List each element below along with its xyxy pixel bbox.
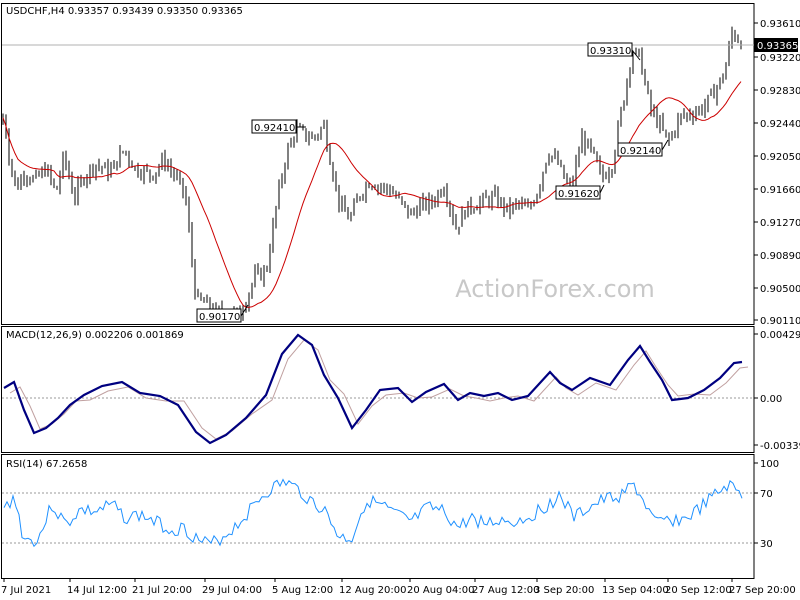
macd-line [3, 333, 743, 445]
annotation-connector [661, 139, 669, 151]
price-axis-label: 0.91270 [760, 218, 800, 229]
watermark: ActionForex.com [455, 275, 655, 303]
macd-axis-label: 0.00 [760, 394, 782, 405]
current-price-label: 0.93365 [757, 41, 798, 52]
price-axis-label: 0.93220 [760, 53, 800, 64]
rsi-line [3, 478, 743, 548]
annotation-label: 0.92410 [254, 123, 295, 134]
rsi-panel-frame [1, 454, 755, 579]
x-axis-label: 27 Sep 20:00 [729, 585, 796, 596]
x-axis-label: 13 Sep 04:00 [602, 585, 669, 596]
chart-root: 0.93610 0.93220 0.92830 0.92440 0.92050 0.916… [1, 3, 800, 596]
x-axis-label: 21 Jul 20:00 [132, 585, 192, 596]
price-header: USDCHF,H4 0.93357 0.93439 0.93350 0.9336… [6, 6, 243, 17]
macd-header: MACD(12,26,9) 0.002206 0.001869 [6, 330, 184, 341]
macd-axis-label: -0.003396 [760, 441, 800, 452]
price-axis-label: 0.90500 [760, 284, 800, 295]
annotation-label: 0.90170 [199, 312, 240, 323]
x-axis-label: 5 Aug 12:00 [272, 585, 333, 596]
price-axis-label: 0.93610 [760, 19, 800, 30]
x-axis-label: 3 Sep 20:00 [534, 585, 594, 596]
price-axis-label: 0.90890 [760, 251, 800, 262]
rsi-axis-label: 100 [760, 459, 779, 470]
price-axis-label: 0.90110 [760, 316, 800, 327]
rsi-axis-label: 70 [760, 489, 773, 500]
rsi-axis-label: 30 [760, 539, 773, 550]
x-axis-label: 14 Jul 12:00 [67, 585, 127, 596]
price-axis-label: 0.92050 [760, 152, 800, 163]
x-axis-label: 12 Aug 20:00 [339, 585, 406, 596]
annotation-label: 0.93310 [590, 46, 631, 57]
price-axis-label: 0.91660 [760, 185, 800, 196]
x-axis-label: 20 Sep 12:00 [665, 585, 732, 596]
x-axis-label: 27 Aug 12:00 [472, 585, 539, 596]
macd-signal-line [9, 339, 749, 440]
x-axis-label: 29 Jul 04:00 [202, 585, 262, 596]
annotation-label: 0.92140 [620, 146, 661, 157]
annotation-connector [599, 184, 605, 194]
x-axis-label: 20 Aug 04:00 [407, 585, 474, 596]
moving-average-line [2, 81, 742, 308]
price-axis-label: 0.92440 [760, 119, 800, 130]
x-axis-label: 7 Jul 2021 [1, 585, 51, 596]
macd-axis-label: 0.004299 [760, 330, 800, 341]
annotation-label: 0.91620 [558, 189, 599, 200]
price-axis-label: 0.92830 [760, 86, 800, 97]
rsi-header: RSI(14) 67.2658 [6, 459, 87, 470]
